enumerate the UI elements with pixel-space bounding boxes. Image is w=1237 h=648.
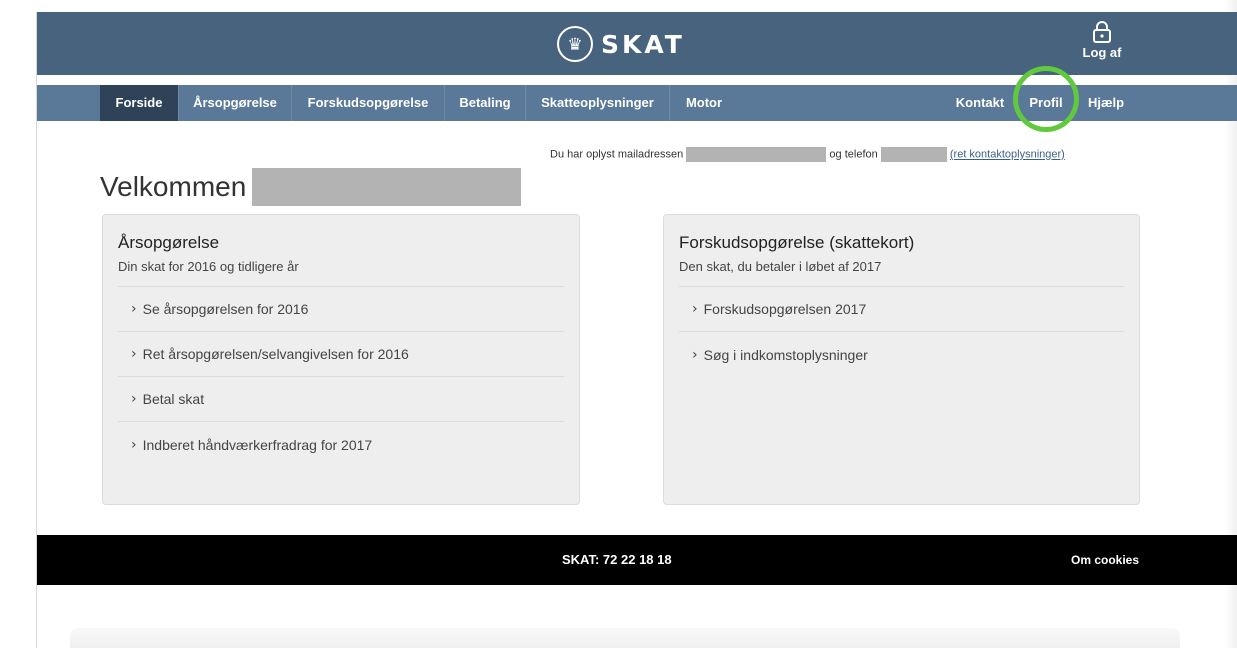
edit-contact-link[interactable]: (ret kontaktoplysninger) (950, 149, 1065, 161)
panel-title: Årsopgørelse (118, 233, 220, 252)
main-navigation: Forside Årsopgørelse Forskudsopgørelse B… (37, 66, 1237, 132)
arsopgorelse-panel: Årsopgørelse Din skat for 2016 og tidlig… (102, 214, 580, 505)
link-label: Indberet håndværkerfradrag for 2017 (142, 436, 373, 453)
logout-button[interactable]: Log af (1067, 20, 1137, 60)
redacted-email (686, 147, 827, 162)
redacted-phone (880, 147, 947, 162)
crown-seal-icon: ♛ (557, 26, 593, 62)
link-label: Se årsopgørelsen for 2016 (142, 301, 309, 317)
redacted-user-name (252, 168, 522, 206)
contact-prefix: Du har oplyst mailadressen (550, 148, 684, 161)
welcome-text: Velkommen (100, 171, 247, 202)
nav-item-forskudsopgorelse[interactable]: Forskudsopgørelse (292, 85, 445, 121)
chevron-right-icon: › (692, 346, 698, 363)
contact-info-line: Du har oplyst mailadressen og telefon (r… (550, 147, 1065, 162)
nav-item-profil[interactable]: Profil (1017, 85, 1075, 121)
contact-middle: og telefon (829, 148, 878, 161)
chevron-right-icon: › (131, 301, 137, 317)
nav-item-arsopgorelse[interactable]: Årsopgørelse (179, 85, 292, 121)
logout-label: Log af (1082, 45, 1122, 60)
link-ret-arsopgorelsen[interactable]: › Ret årsopgørelsen/selvangivelsen for 2… (118, 332, 564, 377)
forskudsopgorelse-panel: Forskudsopgørelse (skattekort) Den skat,… (663, 214, 1140, 505)
link-betal-skat[interactable]: › Betal skat (118, 377, 564, 422)
bottom-card-shadow (70, 628, 1180, 648)
link-label: Betal skat (142, 391, 205, 407)
chevron-right-icon: › (692, 301, 698, 317)
skat-logo[interactable]: ♛ SKAT (557, 22, 685, 66)
site-header: ♛ SKAT Log af (37, 12, 1237, 75)
link-haandvaerkerfradrag[interactable]: › Indberet håndværkerfradrag for 2017 (118, 422, 564, 467)
panel-title: Forskudsopgørelse (skattekort) (679, 233, 915, 252)
welcome-heading: Velkommen (100, 168, 522, 206)
nav-item-forside[interactable]: Forside (100, 85, 179, 121)
chevron-right-icon: › (131, 391, 137, 407)
link-label: Søg i indkomstoplysninger (703, 346, 868, 363)
link-se-arsopgorelsen[interactable]: › Se årsopgørelsen for 2016 (118, 287, 564, 332)
link-label: Forskudsopgørelsen 2017 (703, 301, 867, 317)
chevron-right-icon: › (131, 346, 137, 362)
link-sog-indkomstoplysninger[interactable]: › Søg i indkomstoplysninger (679, 332, 1124, 377)
padlock-icon (1093, 21, 1111, 43)
chevron-right-icon: › (131, 436, 137, 453)
nav-item-kontakt[interactable]: Kontakt (945, 85, 1015, 121)
logo-text: SKAT (601, 29, 685, 59)
nav-item-betaling[interactable]: Betaling (445, 85, 526, 121)
site-footer: SKAT: 72 22 18 18 Om cookies (37, 535, 1237, 585)
cookies-link[interactable]: Om cookies (1071, 535, 1139, 585)
link-forskudsopgorelsen[interactable]: › Forskudsopgørelsen 2017 (679, 287, 1124, 332)
nav-item-motor[interactable]: Motor (670, 85, 738, 121)
footer-phone: SKAT: 72 22 18 18 (562, 552, 672, 567)
nav-item-skatteoplysninger[interactable]: Skatteoplysninger (526, 85, 670, 121)
link-label: Ret årsopgørelsen/selvangivelsen for 201… (142, 346, 409, 362)
browser-page: ♛ SKAT Log af Forside Årsopgørelse Forsk… (0, 0, 1237, 648)
panel-subtitle: Den skat, du betaler i løbet af 2017 (679, 259, 1124, 287)
panel-subtitle: Din skat for 2016 og tidligere år (118, 259, 564, 287)
nav-item-hjaelp[interactable]: Hjælp (1077, 85, 1135, 121)
